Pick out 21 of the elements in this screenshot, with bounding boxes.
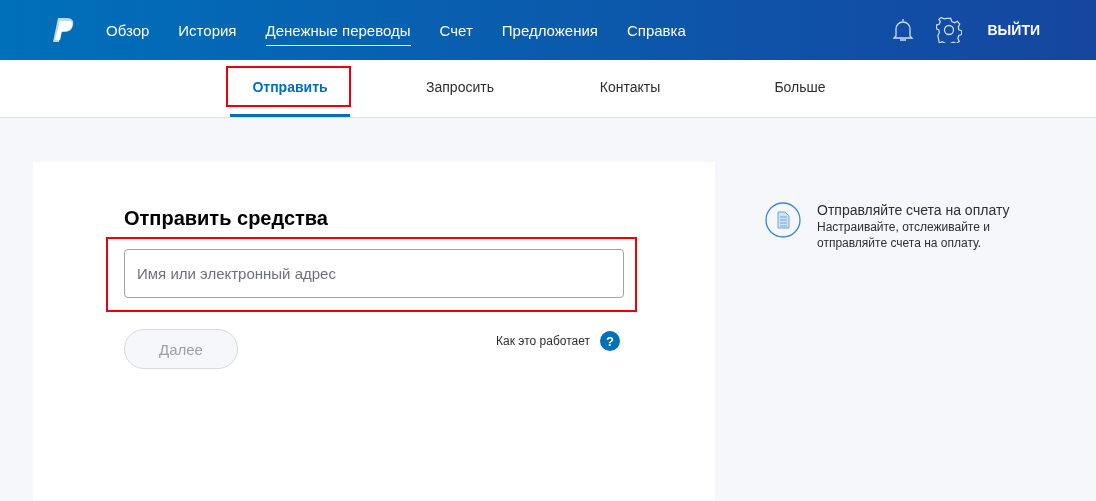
nav-link[interactable]: Справка (626, 16, 686, 46)
logout-link[interactable]: ВЫЙТИ (987, 22, 1040, 38)
nav-link[interactable]: Обзор (106, 16, 150, 46)
nav-link[interactable]: Счет (439, 16, 473, 46)
recipient-field[interactable]: Имя или электронный адрес (124, 249, 624, 298)
bell-icon[interactable] (891, 17, 914, 43)
section-title: Отправить средства (124, 207, 329, 230)
nav-link[interactable]: История (178, 16, 237, 46)
help-icon[interactable]: ? (600, 331, 620, 351)
tab[interactable]: Контакты (570, 60, 690, 117)
logo-icon (52, 17, 76, 43)
help-link[interactable]: Как это работает (496, 334, 590, 348)
document-icon (765, 202, 801, 238)
tab[interactable]: Запросить (400, 60, 520, 117)
tab[interactable]: Больше (740, 60, 860, 117)
promo-text: Настраивайте, отслеживайте и отправляйте счета на оплату. (817, 220, 991, 252)
promo-title: Отправляйте счета на оплату (817, 202, 1011, 218)
nav-link[interactable]: Предложения (501, 16, 598, 46)
settings-icon[interactable] (935, 17, 962, 43)
tab[interactable]: Отправить (230, 60, 350, 117)
nav-link[interactable]: Денежные переводы (265, 16, 411, 46)
